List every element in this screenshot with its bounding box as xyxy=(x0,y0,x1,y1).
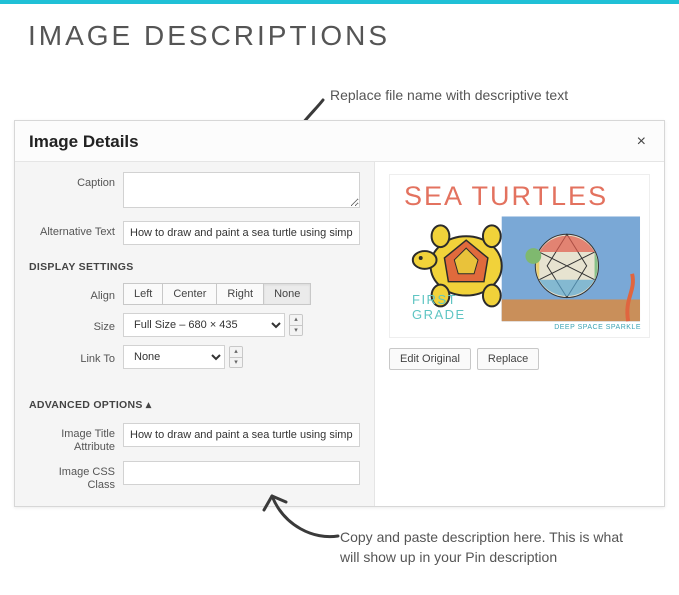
settings-column: Caption Alternative Text DISPLAY SETTING… xyxy=(15,162,375,506)
size-select[interactable]: Full Size – 680 × 435 xyxy=(123,313,285,337)
link-to-label: Link To xyxy=(29,348,115,366)
modal-header: Image Details × xyxy=(15,121,664,162)
title-attr-input[interactable] xyxy=(123,423,360,447)
title-attr-label: Image Title Attribute xyxy=(29,423,115,453)
align-none-button[interactable]: None xyxy=(263,283,311,305)
image-details-modal: Image Details × Caption Alternative Text xyxy=(14,120,665,507)
align-label: Align xyxy=(29,285,115,303)
align-button-group: Left Center Right None xyxy=(123,283,311,305)
link-to-select[interactable]: None xyxy=(123,345,225,369)
display-settings-heading: DISPLAY SETTINGS xyxy=(15,251,374,279)
accent-topbar xyxy=(0,0,679,4)
caption-textarea[interactable] xyxy=(123,172,360,208)
annotation-top: Replace file name with descriptive text xyxy=(330,86,568,106)
preview-grade: FIRST GRADE xyxy=(412,293,466,323)
link-to-stepper[interactable]: ▴▾ xyxy=(229,346,243,368)
advanced-options-toggle[interactable]: ADVANCED OPTIONS ▴ xyxy=(15,389,374,419)
align-left-button[interactable]: Left xyxy=(123,283,163,305)
annotation-bottom: Copy and paste description here. This is… xyxy=(340,528,640,567)
modal-title: Image Details xyxy=(29,132,139,152)
replace-button[interactable]: Replace xyxy=(477,348,539,370)
page-title: IMAGE DESCRIPTIONS xyxy=(28,20,679,52)
preview-credit: DEEP SPACE SPARKLE xyxy=(554,324,641,331)
preview-column: SEA TURTLES xyxy=(375,162,664,506)
caption-label: Caption xyxy=(29,172,115,190)
css-class-input[interactable] xyxy=(123,461,360,485)
css-class-label: Image CSS Class xyxy=(29,461,115,491)
edit-original-button[interactable]: Edit Original xyxy=(389,348,471,370)
size-label: Size xyxy=(29,316,115,334)
alt-text-label: Alternative Text xyxy=(29,221,115,239)
close-icon[interactable]: × xyxy=(633,131,650,153)
align-center-button[interactable]: Center xyxy=(162,283,217,305)
image-preview: SEA TURTLES xyxy=(389,174,650,338)
size-stepper[interactable]: ▴▾ xyxy=(289,314,303,336)
alt-text-input[interactable] xyxy=(123,221,360,245)
align-right-button[interactable]: Right xyxy=(216,283,264,305)
